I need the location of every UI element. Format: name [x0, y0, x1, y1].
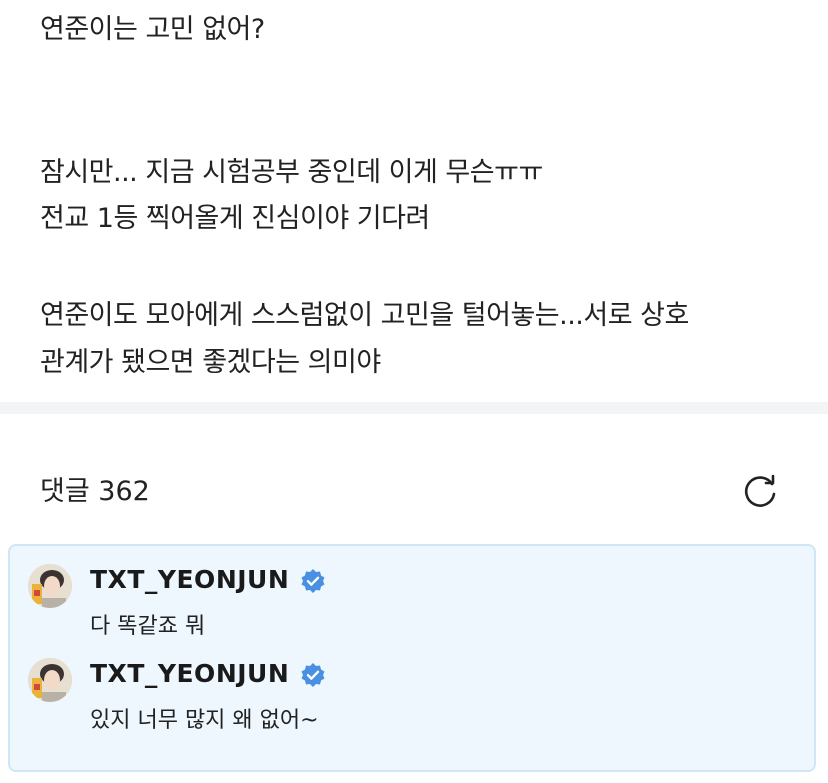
- verified-badge-icon: [301, 569, 325, 593]
- avatar[interactable]: [28, 564, 72, 608]
- post-line: 잠시만... 지금 시험공부 중인데 이게 무슨ㅠㅠ: [40, 157, 543, 188]
- comment-text: 다 똑같죠 뭐: [90, 614, 206, 639]
- comment-text: 있지 너무 많지 왜 없어~: [90, 708, 319, 733]
- post-line: 연준이도 모아에게 스스럼없이 고민을 털어놓는...서로 상호: [40, 300, 689, 331]
- comments-header: 댓글 362: [0, 414, 828, 544]
- section-divider: [0, 402, 828, 414]
- post-line: 관계가 됐으면 좋겠다는 의미야: [40, 347, 381, 378]
- comment-item: TXT_YEONJUN 다 똑같죠 뭐: [10, 546, 814, 639]
- comment-item: TXT_YEONJUN 있지 너무 많지 왜 없어~: [10, 640, 814, 733]
- highlighted-comments: TXT_YEONJUN 다 똑같죠 뭐 TXT_YEONJUN 있지 너무 많지…: [8, 544, 816, 772]
- comments-count-title: 댓글 362: [40, 476, 150, 507]
- refresh-button[interactable]: [738, 470, 782, 514]
- refresh-icon: [744, 474, 776, 507]
- avatar-image: [28, 658, 72, 702]
- post-body: 연준이는 고민 없어? 잠시만... 지금 시험공부 중인데 이게 무슨ㅠㅠ 전…: [0, 0, 828, 402]
- verified-badge-icon: [301, 663, 325, 687]
- post-line: 연준이는 고민 없어?: [40, 14, 265, 45]
- comment-author[interactable]: TXT_YEONJUN: [90, 564, 289, 596]
- avatar[interactable]: [28, 658, 72, 702]
- comment-author[interactable]: TXT_YEONJUN: [90, 658, 289, 690]
- avatar-image: [28, 564, 72, 608]
- post-line: 전교 1등 찍어올게 진심이야 기다려: [40, 203, 430, 234]
